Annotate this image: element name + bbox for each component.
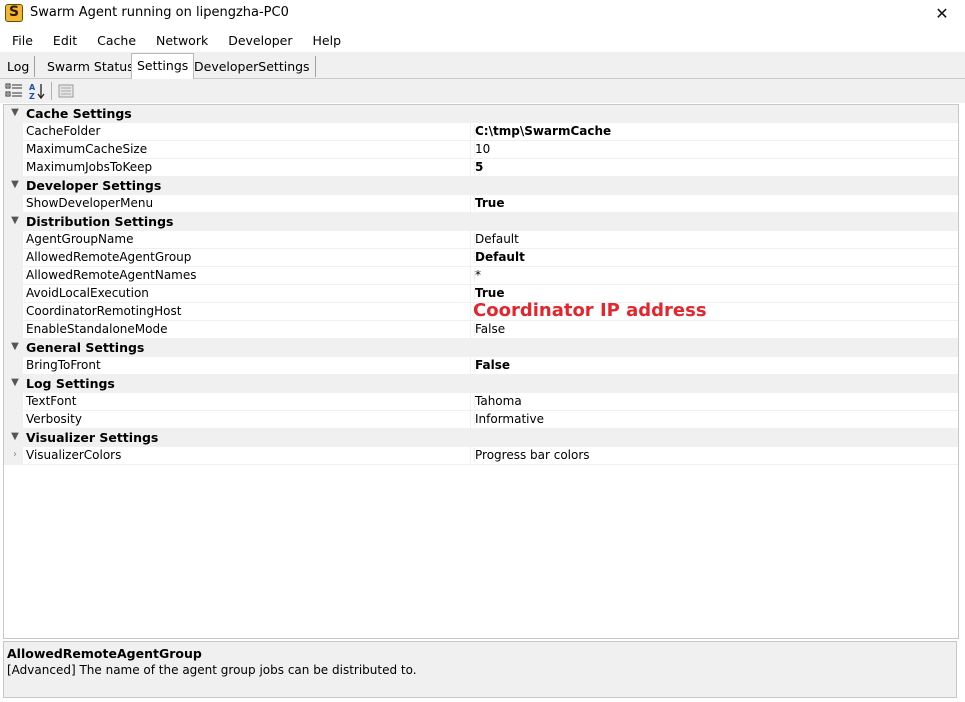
category-distribution-settings[interactable]: ▼ Distribution Settings — [4, 213, 958, 231]
property-description-pane: AllowedRemoteAgentGroup [Advanced] The n… — [3, 641, 957, 698]
property-row-cachefolder[interactable]: CacheFolder C:\tmp\SwarmCache — [4, 123, 958, 141]
property-name: AllowedRemoteAgentGroup — [26, 250, 192, 264]
collapse-icon[interactable]: ▼ — [9, 431, 21, 443]
collapse-icon[interactable]: ▼ — [9, 341, 21, 353]
swarm-app-icon — [5, 4, 23, 22]
menu-bar: File Edit Cache Network Developer Help — [0, 29, 965, 52]
window-title: Swarm Agent running on lipengzha-PC0 — [30, 5, 289, 20]
property-row-allowedremoteagentnames[interactable]: AllowedRemoteAgentNames * — [4, 267, 958, 285]
tab-strip: Log Swarm Status Settings DeveloperSetti… — [0, 52, 965, 79]
property-name: CacheFolder — [26, 124, 101, 138]
category-log-settings[interactable]: ▼ Log Settings — [4, 375, 958, 393]
alphabetical-icon[interactable]: A Z — [27, 81, 47, 101]
collapse-icon[interactable]: ▼ — [9, 215, 21, 227]
property-value[interactable]: Tahoma — [474, 394, 522, 408]
property-value[interactable]: 5 — [474, 160, 483, 174]
property-name: AllowedRemoteAgentNames — [26, 268, 197, 282]
property-name: CoordinatorRemotingHost — [26, 304, 182, 318]
property-name: MaximumCacheSize — [26, 142, 148, 156]
property-value[interactable]: False — [474, 322, 505, 336]
property-value[interactable]: 10 — [474, 142, 490, 156]
category-label: Log Settings — [26, 376, 115, 391]
property-value[interactable]: True — [474, 196, 504, 210]
collapse-icon[interactable]: ▼ — [9, 179, 21, 191]
property-row-showdevelopermenu[interactable]: ShowDeveloperMenu True — [4, 195, 958, 213]
property-grid-toolbar: A Z — [0, 79, 965, 103]
property-name: BringToFront — [26, 358, 101, 372]
menu-network[interactable]: Network — [148, 29, 216, 52]
property-value[interactable]: False — [474, 358, 510, 372]
property-name: EnableStandaloneMode — [26, 322, 168, 336]
menu-cache[interactable]: Cache — [89, 29, 144, 52]
property-name: Verbosity — [26, 412, 82, 426]
expand-icon[interactable]: › — [9, 449, 21, 461]
property-name: ShowDeveloperMenu — [26, 196, 154, 210]
property-value[interactable]: Default — [474, 250, 525, 264]
property-value[interactable]: Default — [474, 232, 519, 246]
tab-developer-settings[interactable]: DeveloperSettings — [189, 56, 316, 77]
category-label: Distribution Settings — [26, 214, 174, 229]
property-row-maximumjobstokeep[interactable]: MaximumJobsToKeep 5 — [4, 159, 958, 177]
property-row-allowedremoteagentgroup[interactable]: AllowedRemoteAgentGroup Default — [4, 249, 958, 267]
collapse-icon[interactable]: ▼ — [9, 377, 21, 389]
help-description: [Advanced] The name of the agent group j… — [7, 663, 417, 677]
property-name: MaximumJobsToKeep — [26, 160, 153, 174]
category-visualizer-settings[interactable]: ▼ Visualizer Settings — [4, 429, 958, 447]
property-name: AvoidLocalExecution — [26, 286, 149, 300]
property-row-verbosity[interactable]: Verbosity Informative — [4, 411, 958, 429]
category-developer-settings[interactable]: ▼ Developer Settings — [4, 177, 958, 195]
property-name: AgentGroupName — [26, 232, 134, 246]
property-value[interactable]: C:\tmp\SwarmCache — [474, 124, 611, 138]
category-label: Developer Settings — [26, 178, 162, 193]
property-grid: ▼ Cache Settings CacheFolder C:\tmp\Swar… — [3, 104, 959, 639]
title-bar: Swarm Agent running on lipengzha-PC0 ✕ — [0, 0, 965, 28]
help-title: AllowedRemoteAgentGroup — [7, 646, 202, 661]
tab-swarm-status[interactable]: Swarm Status — [42, 56, 140, 77]
category-label: Cache Settings — [26, 106, 132, 121]
svg-text:Z: Z — [29, 92, 35, 100]
property-row-enablestandalonemode[interactable]: EnableStandaloneMode False — [4, 321, 958, 339]
property-value[interactable]: * — [474, 268, 481, 282]
property-pages-icon[interactable] — [56, 81, 76, 101]
menu-developer[interactable]: Developer — [220, 29, 300, 52]
category-label: General Settings — [26, 340, 145, 355]
category-cache-settings[interactable]: ▼ Cache Settings — [4, 105, 958, 123]
property-name: VisualizerColors — [26, 448, 122, 462]
toolbar-separator — [51, 82, 52, 100]
property-row-maximumcachesize[interactable]: MaximumCacheSize 10 — [4, 141, 958, 159]
category-label: Visualizer Settings — [26, 430, 159, 445]
property-value[interactable]: Progress bar colors — [474, 448, 590, 462]
coordinator-ip-annotation: Coordinator IP address — [473, 300, 707, 321]
tab-settings[interactable]: Settings — [131, 53, 195, 79]
property-name: TextFont — [26, 394, 77, 408]
property-value[interactable]: Informative — [474, 412, 544, 426]
close-button[interactable]: ✕ — [919, 0, 965, 28]
property-row-textfont[interactable]: TextFont Tahoma — [4, 393, 958, 411]
svg-text:A: A — [29, 83, 36, 92]
menu-help[interactable]: Help — [305, 29, 350, 52]
tab-log[interactable]: Log — [2, 56, 36, 77]
categorized-icon[interactable] — [4, 81, 24, 101]
property-row-agentgroupname[interactable]: AgentGroupName Default — [4, 231, 958, 249]
collapse-icon[interactable]: ▼ — [9, 107, 21, 119]
category-general-settings[interactable]: ▼ General Settings — [4, 339, 958, 357]
property-row-visualizercolors[interactable]: › VisualizerColors Progress bar colors — [4, 447, 958, 465]
menu-edit[interactable]: Edit — [45, 29, 85, 52]
property-row-bringtofront[interactable]: BringToFront False — [4, 357, 958, 375]
property-value[interactable]: True — [474, 286, 504, 300]
menu-file[interactable]: File — [4, 29, 41, 52]
